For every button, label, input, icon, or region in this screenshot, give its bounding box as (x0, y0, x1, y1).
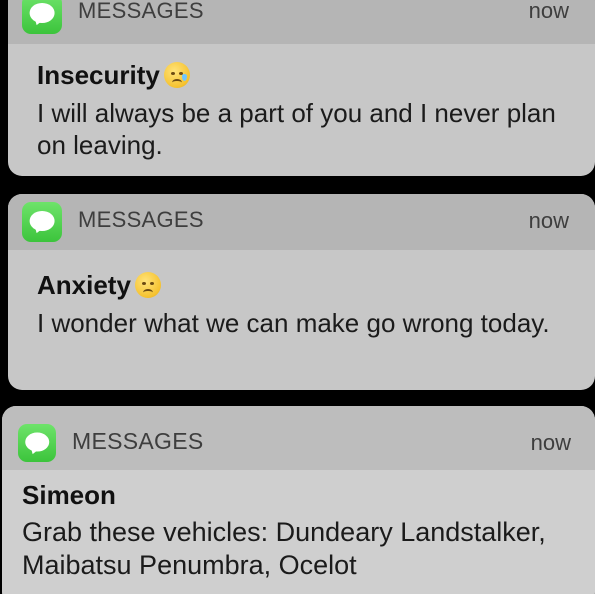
app-name: MESSAGES (78, 0, 204, 23)
notification-simeon[interactable]: MESSAGES now Simeon Grab these vehicles:… (2, 406, 595, 594)
app-name: MESSAGES (78, 207, 204, 232)
notification-header: MESSAGES now (8, 0, 595, 44)
notification-body: I wonder what we can make go wrong today… (37, 308, 550, 338)
notification-header: MESSAGES now (8, 194, 595, 250)
notification-sender: Simeon (22, 480, 116, 510)
sender-name: Insecurity (37, 60, 160, 90)
messages-app-icon (22, 202, 62, 242)
app-name: MESSAGES (72, 428, 204, 454)
notification-sender: Anxiety (37, 270, 161, 301)
messages-app-icon (22, 0, 62, 34)
notification-sender: Insecurity (37, 60, 190, 91)
notification-anxiety[interactable]: MESSAGES now Anxiety I wonder what we ca… (8, 194, 595, 390)
sender-name: Anxiety (37, 270, 131, 300)
notification-header: MESSAGES now (2, 406, 595, 470)
messages-app-icon (18, 424, 56, 462)
notification-body: I will always be a part of you and I nev… (37, 98, 556, 160)
notification-time: now (528, 208, 569, 233)
disappointed-face-icon (134, 272, 161, 298)
notification-body: Grab these vehicles: Dundeary Landstalke… (22, 517, 546, 580)
notification-time: now (530, 430, 571, 455)
notification-time: now (528, 0, 569, 23)
lock-screen: MESSAGES now Insecurity I will always be… (0, 0, 595, 594)
notification-insecurity[interactable]: MESSAGES now Insecurity I will always be… (8, 0, 595, 176)
crying-face-icon (163, 62, 190, 88)
